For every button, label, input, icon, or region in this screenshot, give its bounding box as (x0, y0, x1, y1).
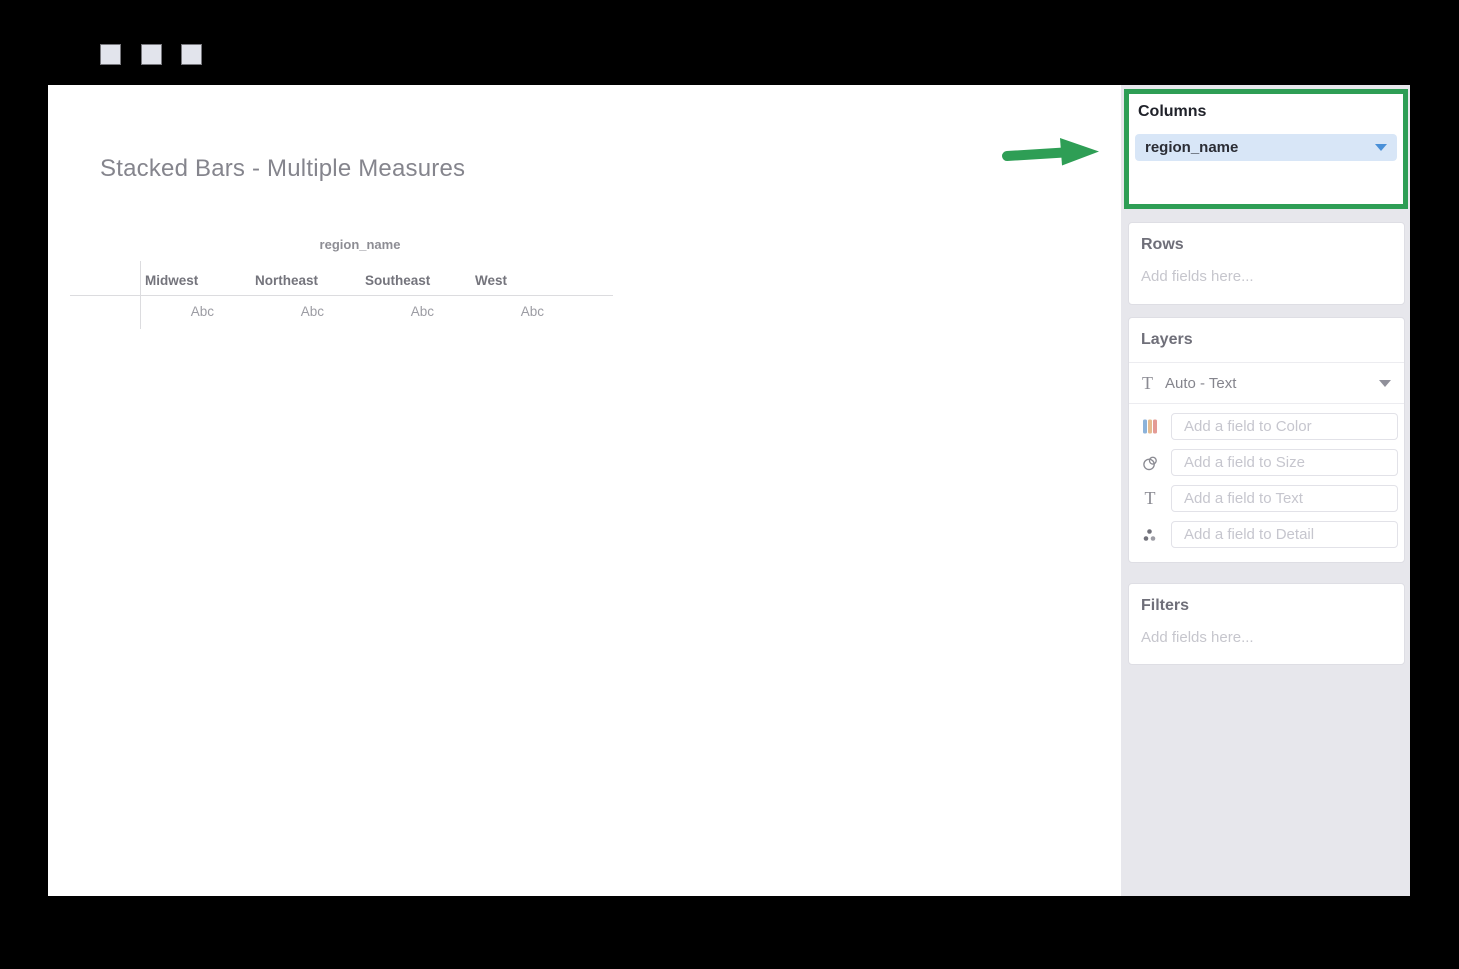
table-cell[interactable]: Abc (140, 304, 250, 319)
color-shelf-row (1129, 413, 1404, 440)
text-shelf-input[interactable] (1171, 485, 1398, 512)
sheet-title: Stacked Bars - Multiple Measures (100, 155, 465, 183)
filters-section-title: Filters (1141, 597, 1392, 615)
text-shelf-row: T (1129, 485, 1404, 512)
table-cell[interactable]: Abc (360, 304, 470, 319)
layer-type-selector[interactable]: T Auto - Text (1129, 362, 1404, 403)
worksheet-canvas: Stacked Bars - Multiple Measures region_… (48, 85, 1121, 896)
app-content: Stacked Bars - Multiple Measures region_… (48, 85, 1410, 896)
encoding-shelves: T (1129, 403, 1404, 548)
annotation-arrow-icon (998, 132, 1106, 172)
detail-dots-icon (1142, 527, 1158, 543)
size-circles-icon (1142, 455, 1158, 471)
detail-shelf-input[interactable] (1171, 521, 1398, 548)
window-control-square[interactable] (141, 44, 162, 65)
table-column-header[interactable]: Midwest (140, 273, 250, 288)
text-layer-icon: T (1142, 373, 1153, 394)
table-field-label: region_name (140, 237, 580, 252)
columns-section-highlight: Columns region_name (1124, 89, 1408, 209)
table-column-header[interactable]: Southeast (360, 273, 470, 288)
layers-section-title: Layers (1141, 331, 1193, 349)
layer-type-label: Auto - Text (1165, 375, 1379, 392)
columns-field-pill[interactable]: region_name (1135, 134, 1397, 161)
shelf-sidebar: Columns region_name Rows Add fields here… (1121, 85, 1410, 896)
window-control-square[interactable] (181, 44, 202, 65)
columns-field-pill-label: region_name (1145, 139, 1375, 156)
columns-section-title: Columns (1138, 103, 1403, 121)
table-cell[interactable]: Abc (470, 304, 580, 319)
rows-section[interactable]: Rows Add fields here... (1128, 222, 1405, 305)
table-cell[interactable]: Abc (250, 304, 360, 319)
color-shelf-input[interactable] (1171, 413, 1398, 440)
size-shelf-row (1129, 449, 1404, 476)
color-bars-icon (1142, 419, 1158, 434)
caret-down-icon[interactable] (1379, 380, 1391, 387)
text-icon: T (1142, 488, 1158, 509)
table-header-row: Midwest Northeast Southeast West (140, 273, 580, 288)
layers-section: Layers T Auto - Text (1128, 317, 1405, 563)
detail-shelf-row (1129, 521, 1404, 548)
table-column-header[interactable]: West (470, 273, 580, 288)
table-horizontal-divider (70, 295, 613, 296)
rows-section-title: Rows (1141, 236, 1392, 254)
window-control-square[interactable] (100, 44, 121, 65)
size-shelf-input[interactable] (1171, 449, 1398, 476)
table-column-header[interactable]: Northeast (250, 273, 360, 288)
filters-placeholder: Add fields here... (1141, 629, 1392, 646)
rows-placeholder: Add fields here... (1141, 268, 1392, 285)
filters-section[interactable]: Filters Add fields here... (1128, 583, 1405, 665)
table-cell-row: Abc Abc Abc Abc (140, 304, 580, 319)
caret-down-icon[interactable] (1375, 144, 1387, 151)
